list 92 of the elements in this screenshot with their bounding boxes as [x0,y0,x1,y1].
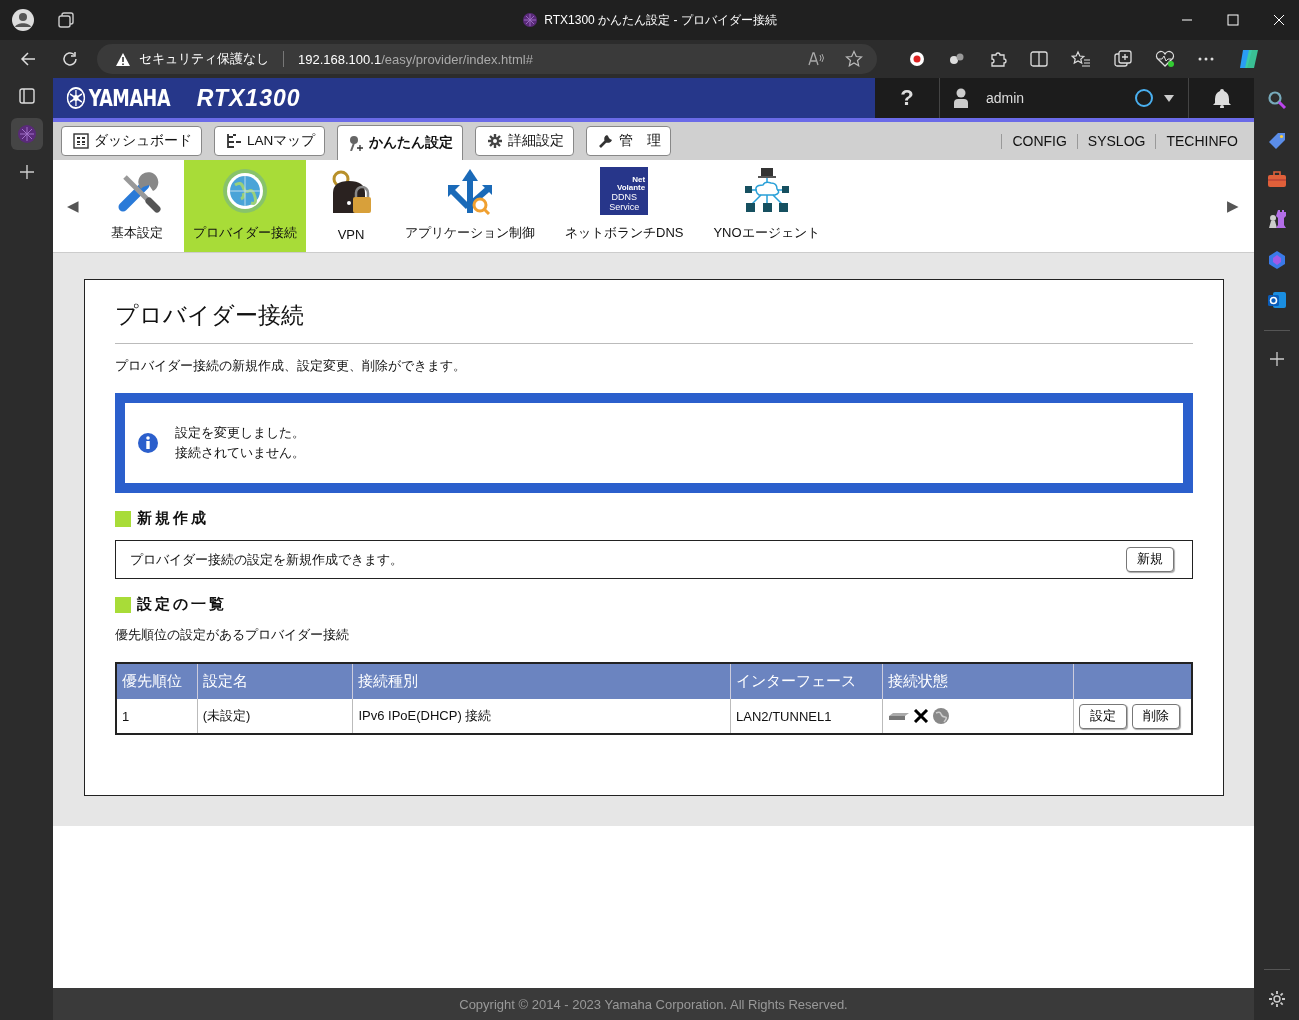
header-link[interactable]: TECHINFO [1155,133,1248,149]
tabs-icon[interactable] [57,11,75,29]
copyright-text: Copyright © 2014 - 2023 Yamaha Corporation. All Rights Reserved. [459,996,848,1012]
tab-site-icon [16,124,37,144]
search-icon[interactable] [1266,90,1287,110]
help-button[interactable]: ? [875,78,940,118]
favorite-icon[interactable] [845,50,863,68]
column-header: 設定名 [197,663,353,699]
header-link[interactable]: CONFIG [1001,133,1077,149]
list-caption: 優先順位の設定があるプロバイダー接続 [115,626,350,644]
row-button[interactable]: 設定 [1079,703,1127,729]
url-text[interactable]: 192.168.100.1/easy/provider/index.html# [298,51,533,67]
record-icon[interactable] [909,51,925,67]
window-title: RTX1300 かんたん設定 - プロバイダー接続 [544,11,777,29]
user-icon [954,88,968,108]
info-icon [137,432,159,454]
globe-icon [221,167,269,215]
menu-item[interactable]: Net Volante DDNS Service ネットボランチDNS [556,160,693,252]
network-diagram-icon [742,167,791,215]
column-header: 優先順位 [116,663,198,699]
page-title: プロバイダー接続 [115,300,1193,344]
health-icon[interactable] [1155,50,1175,68]
status-ring-icon [1134,88,1154,108]
nav-tab[interactable]: LANマップ [214,126,326,156]
copilot-app-icon[interactable] [1266,250,1287,270]
read-aloud-icon[interactable] [807,51,825,67]
router-icon [888,711,911,721]
logo-text: YAMAHA [88,85,171,111]
caret-icon[interactable] [1164,94,1174,102]
close-icon[interactable] [1273,14,1285,26]
previous-arrow[interactable]: ◀ [67,197,79,215]
section-marker [115,510,131,527]
table-cell: 1 [116,699,198,734]
menu-item[interactable]: アプリケーション制御 [396,160,544,252]
notice-text: 設定を変更しました。 [175,424,305,442]
table-cell: (未設定) [197,699,353,734]
address-bar[interactable]: セキュリティ保護なし 192.168.100.1/easy/provider/index.html# [97,44,877,74]
table-cell: IPv6 IPoE(DHCP) 接続 [352,699,731,734]
column-header: 接続状態 [882,663,1074,699]
favicon-icon [522,12,539,28]
logo-emblem-icon [66,87,86,109]
profile-icon[interactable] [11,8,35,32]
nav-tab[interactable]: ダッシュボード [61,126,202,156]
tab-icon [226,133,242,149]
column-header: インターフェース [730,663,883,699]
next-arrow[interactable]: ▶ [1227,197,1239,215]
menu-item[interactable]: プロバイダー接続 [184,160,306,252]
warning-icon [115,51,131,67]
new-entry-text: プロバイダー接続の設定を新規作成できます。 [130,550,403,569]
column-header: 接続種別 [352,663,731,699]
sidebar-panel-icon[interactable] [18,88,35,104]
toolbox-icon[interactable] [1266,170,1287,188]
row-button[interactable]: 削除 [1132,703,1180,729]
outlook-icon[interactable] [1266,290,1287,310]
nav-tab[interactable]: 詳細設定 [475,126,575,156]
favorites-list-icon[interactable] [1071,50,1091,68]
tab-icon [598,133,615,149]
user-name: admin [986,90,1025,106]
notice-text: 接続されていません。 [175,444,305,462]
new-button[interactable]: 新規 [1126,547,1174,572]
collections-icon[interactable] [1114,50,1132,68]
split-screen-icon[interactable] [1030,51,1048,67]
settings-icon[interactable] [1267,990,1286,1008]
model-name: RTX1300 [196,84,301,112]
add-icon[interactable] [18,164,35,180]
section-heading: 新規作成 [137,509,209,528]
copilot-icon[interactable] [1237,47,1261,71]
globe-icon [932,707,951,725]
section-marker [115,596,131,613]
add-icon[interactable] [1268,351,1285,367]
puzzle-icon[interactable] [989,50,1007,68]
menu-item[interactable]: YNOエージェント [704,160,829,252]
bell-icon[interactable] [1212,88,1231,108]
page-description: プロバイダー接続の新規作成、設定変更、削除ができます。 [115,357,467,375]
security-label[interactable]: セキュリティ保護なし [139,50,269,68]
menu-item[interactable]: 基本設定 [102,160,172,252]
table-cell: LAN2/TUNNEL1 [730,699,883,734]
reload-icon[interactable] [61,50,79,68]
extension-dots-icon[interactable] [948,51,966,67]
tab-icon [73,133,89,149]
nav-tab[interactable]: かんたん設定 [337,125,464,160]
section-heading: 設定の一覧 [137,595,227,614]
nav-tab[interactable]: 管 理 [586,126,672,156]
header-link[interactable]: SYSLOG [1076,133,1156,149]
branching-arrows-icon [446,167,494,215]
back-icon[interactable] [19,50,37,68]
tab-icon [487,133,504,149]
more-icon[interactable] [1198,57,1214,61]
tab-icon [348,135,365,151]
menu-item[interactable]: VPN [318,160,384,252]
maximize-icon[interactable] [1227,14,1239,26]
ddns-logo: Net Volante DDNS Service [600,167,649,215]
